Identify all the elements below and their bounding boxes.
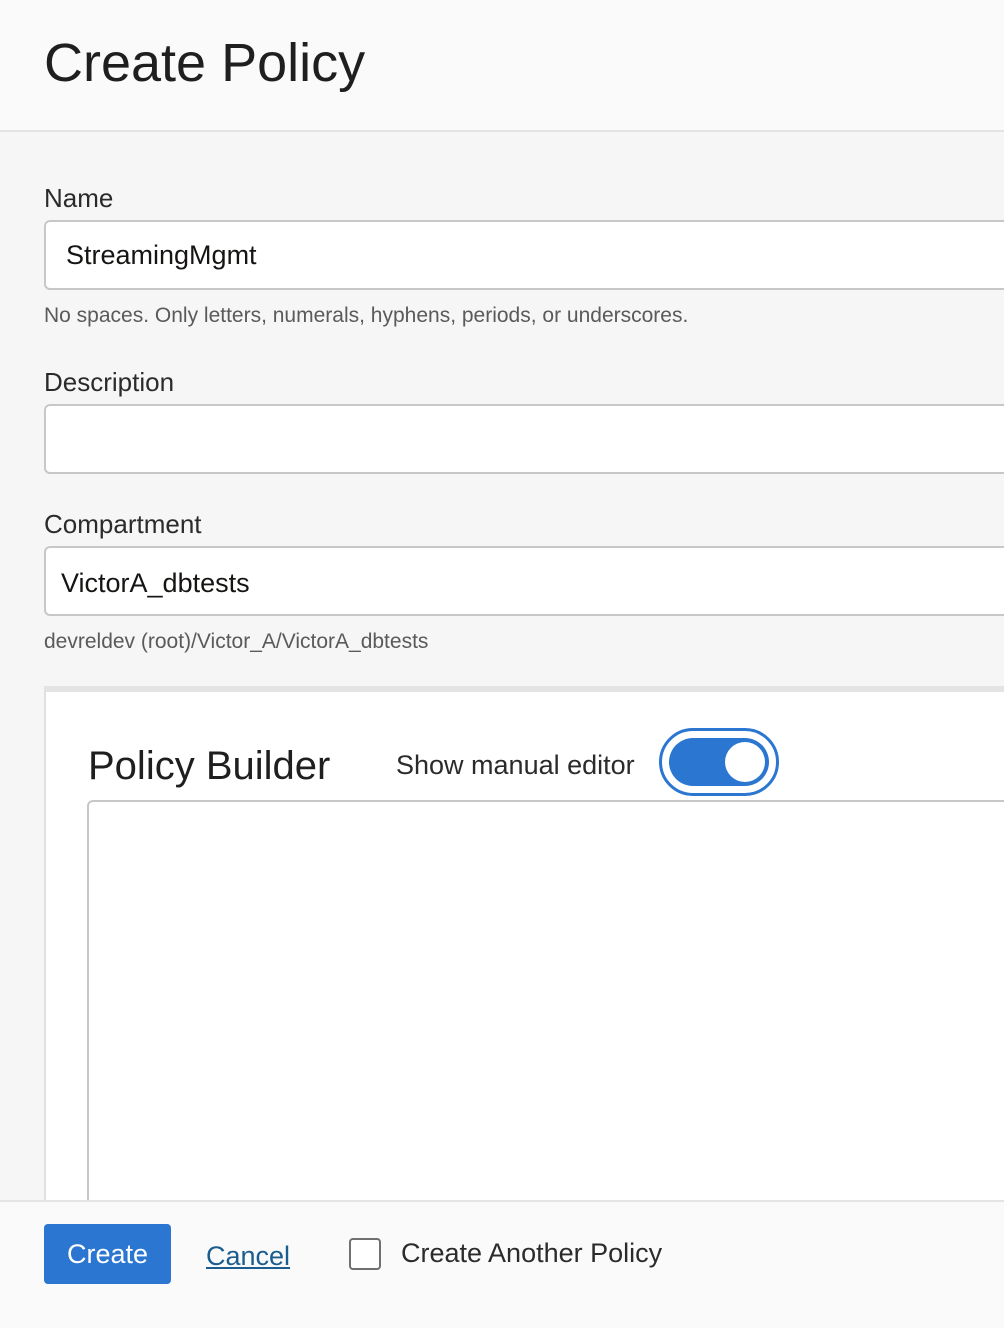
policy-builder-title: Policy Builder — [88, 744, 331, 788]
compartment-path: devreldev (root)/Victor_A/VictorA_dbtest… — [44, 630, 429, 653]
page-title: Create Policy — [44, 33, 366, 93]
toggle-track — [669, 738, 769, 786]
create-another-checkbox[interactable] — [349, 1238, 381, 1270]
manual-editor-toggle-label: Show manual editor — [396, 750, 635, 780]
description-label: Description — [44, 367, 175, 397]
toggle-knob — [725, 742, 765, 782]
cancel-link[interactable]: Cancel — [206, 1240, 290, 1272]
policy-builder-panel: Policy Builder Show manual editor — [44, 686, 1004, 1232]
page-header: Create Policy — [0, 0, 1004, 132]
name-label: Name — [44, 183, 114, 213]
create-another-label[interactable]: Create Another Policy — [401, 1237, 662, 1269]
footer-bar: Create Cancel Create Another Policy — [0, 1200, 1004, 1328]
name-hint: No spaces. Only letters, numerals, hyphe… — [44, 304, 689, 327]
compartment-value: VictorA_dbtests — [61, 568, 250, 598]
compartment-select[interactable]: VictorA_dbtests — [44, 546, 1004, 616]
compartment-label: Compartment — [44, 509, 202, 539]
name-input[interactable] — [44, 220, 1004, 290]
description-input[interactable] — [44, 404, 1004, 474]
create-button[interactable]: Create — [44, 1224, 171, 1284]
manual-editor-toggle[interactable] — [659, 728, 779, 796]
policy-statement-editor[interactable] — [87, 800, 1004, 1232]
